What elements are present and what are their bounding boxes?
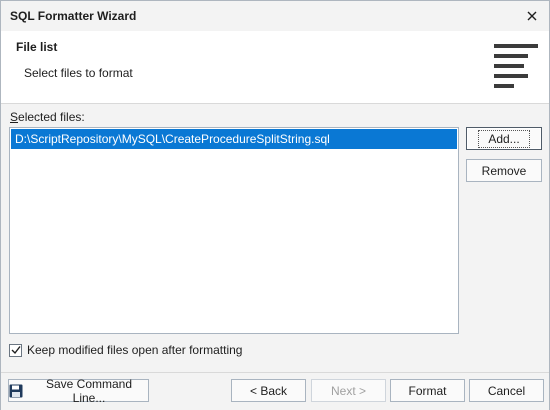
remove-button-label: Remove bbox=[481, 163, 527, 178]
keep-open-checkbox[interactable] bbox=[9, 343, 22, 357]
text-align-left-icon bbox=[494, 44, 538, 93]
selected-files-list[interactable]: D:\ScriptRepository\MySQL\CreateProcedur… bbox=[9, 127, 459, 334]
keep-open-label: Keep modified files open after formattin… bbox=[27, 343, 243, 357]
window-title: SQL Formatter Wizard bbox=[10, 9, 137, 23]
keep-open-option[interactable]: Keep modified files open after formattin… bbox=[9, 343, 242, 357]
remove-button[interactable]: Remove bbox=[466, 159, 542, 182]
next-button[interactable]: Next > bbox=[311, 379, 386, 402]
page-title: File list bbox=[16, 40, 58, 54]
title-bar: SQL Formatter Wizard bbox=[1, 1, 549, 31]
page-subtitle: Select files to format bbox=[24, 66, 133, 80]
format-button[interactable]: Format bbox=[390, 379, 465, 402]
cancel-button[interactable]: Cancel bbox=[469, 379, 544, 402]
wizard-window: SQL Formatter Wizard File list Select fi… bbox=[0, 0, 550, 410]
floppy-disk-icon bbox=[9, 384, 23, 398]
wizard-footer: Save Command Line... < Back Next > Forma… bbox=[1, 372, 549, 410]
format-button-label: Format bbox=[408, 383, 447, 398]
save-command-line-label: Save Command Line... bbox=[45, 376, 133, 405]
cancel-button-label: Cancel bbox=[487, 383, 526, 398]
list-item[interactable]: D:\ScriptRepository\MySQL\CreateProcedur… bbox=[11, 129, 457, 149]
add-button[interactable]: Add... bbox=[466, 127, 542, 150]
next-button-label: Next > bbox=[330, 383, 366, 398]
save-command-line-button[interactable]: Save Command Line... bbox=[8, 376, 149, 405]
back-button[interactable]: < Back bbox=[231, 379, 306, 402]
back-button-label: < Back bbox=[249, 383, 288, 398]
add-button-label: Add... bbox=[478, 129, 530, 148]
wizard-header: File list Select files to format bbox=[1, 31, 549, 104]
selected-files-label: Selected files: bbox=[10, 110, 85, 124]
checkmark-icon bbox=[11, 346, 21, 355]
close-icon[interactable] bbox=[519, 3, 545, 29]
